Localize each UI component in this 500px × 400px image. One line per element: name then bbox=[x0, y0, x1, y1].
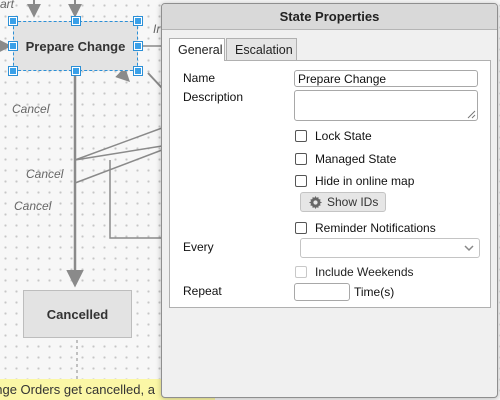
resize-handle-bottom-left[interactable] bbox=[9, 67, 17, 75]
include-weekends-checkbox[interactable] bbox=[295, 266, 307, 278]
resize-handle-top-right[interactable] bbox=[134, 17, 142, 25]
edge-label-cancel-3[interactable]: Cancel bbox=[14, 199, 51, 213]
state-label: Prepare Change bbox=[25, 38, 126, 54]
name-field[interactable] bbox=[294, 70, 478, 87]
connector-bracket bbox=[109, 160, 162, 239]
repeat-label: Repeat bbox=[183, 284, 222, 298]
repeat-field[interactable] bbox=[294, 283, 350, 301]
every-select[interactable] bbox=[300, 238, 480, 258]
reminder-notifications-checkbox[interactable] bbox=[295, 222, 307, 234]
every-label: Every bbox=[183, 240, 214, 254]
edge-label-cancel-2[interactable]: Cancel bbox=[26, 167, 63, 181]
state-properties-dialog: State Properties General Escalation Name… bbox=[161, 3, 498, 398]
connector-diagonal-right bbox=[147, 72, 163, 89]
show-ids-button[interactable]: Show IDs bbox=[300, 192, 386, 212]
connector-diagonal bbox=[115, 67, 130, 82]
state-label: Cancelled bbox=[46, 306, 109, 322]
include-weekends-label[interactable]: Include Weekends bbox=[315, 265, 414, 279]
show-ids-label: Show IDs bbox=[327, 195, 379, 209]
tab-general[interactable]: General bbox=[169, 38, 225, 61]
resize-grip-icon[interactable] bbox=[467, 110, 476, 119]
description-field[interactable] bbox=[294, 90, 478, 121]
lock-state-label[interactable]: Lock State bbox=[315, 129, 372, 143]
name-label: Name bbox=[183, 71, 216, 85]
hide-online-map-checkbox[interactable] bbox=[295, 175, 307, 187]
resize-handle-right[interactable] bbox=[134, 42, 142, 50]
gear-icon bbox=[309, 195, 322, 209]
state-prepare-change[interactable]: Prepare Change bbox=[13, 21, 138, 71]
general-tab-panel: Name Description Lock State Managed Stat… bbox=[169, 60, 491, 308]
hide-online-map-label[interactable]: Hide in online map bbox=[315, 174, 414, 188]
edge-label-top-left: art bbox=[0, 0, 15, 11]
resize-handle-bottom-right[interactable] bbox=[134, 67, 142, 75]
edge-label-cancel-1[interactable]: Cancel bbox=[12, 102, 49, 116]
resize-handle-left[interactable] bbox=[9, 42, 17, 50]
managed-state-checkbox[interactable] bbox=[295, 153, 307, 165]
edge-label-top-right: Ir bbox=[153, 22, 161, 36]
note-text: ange Orders get cancelled, a bbox=[0, 382, 155, 397]
chevron-down-icon bbox=[464, 245, 474, 252]
resize-handle-top[interactable] bbox=[72, 17, 80, 25]
resize-handle-top-left[interactable] bbox=[9, 17, 17, 25]
resize-handle-bottom[interactable] bbox=[72, 67, 80, 75]
managed-state-label[interactable]: Managed State bbox=[315, 152, 396, 166]
description-label: Description bbox=[183, 90, 244, 104]
lock-state-checkbox[interactable] bbox=[295, 130, 307, 142]
tab-escalation[interactable]: Escalation bbox=[226, 38, 297, 60]
connector-fan-2 bbox=[74, 145, 163, 161]
repeat-unit-label: Time(s) bbox=[354, 285, 395, 299]
reminder-notifications-label[interactable]: Reminder Notifications bbox=[315, 221, 436, 235]
state-cancelled[interactable]: Cancelled bbox=[23, 290, 132, 338]
dialog-title[interactable]: State Properties bbox=[162, 4, 497, 30]
